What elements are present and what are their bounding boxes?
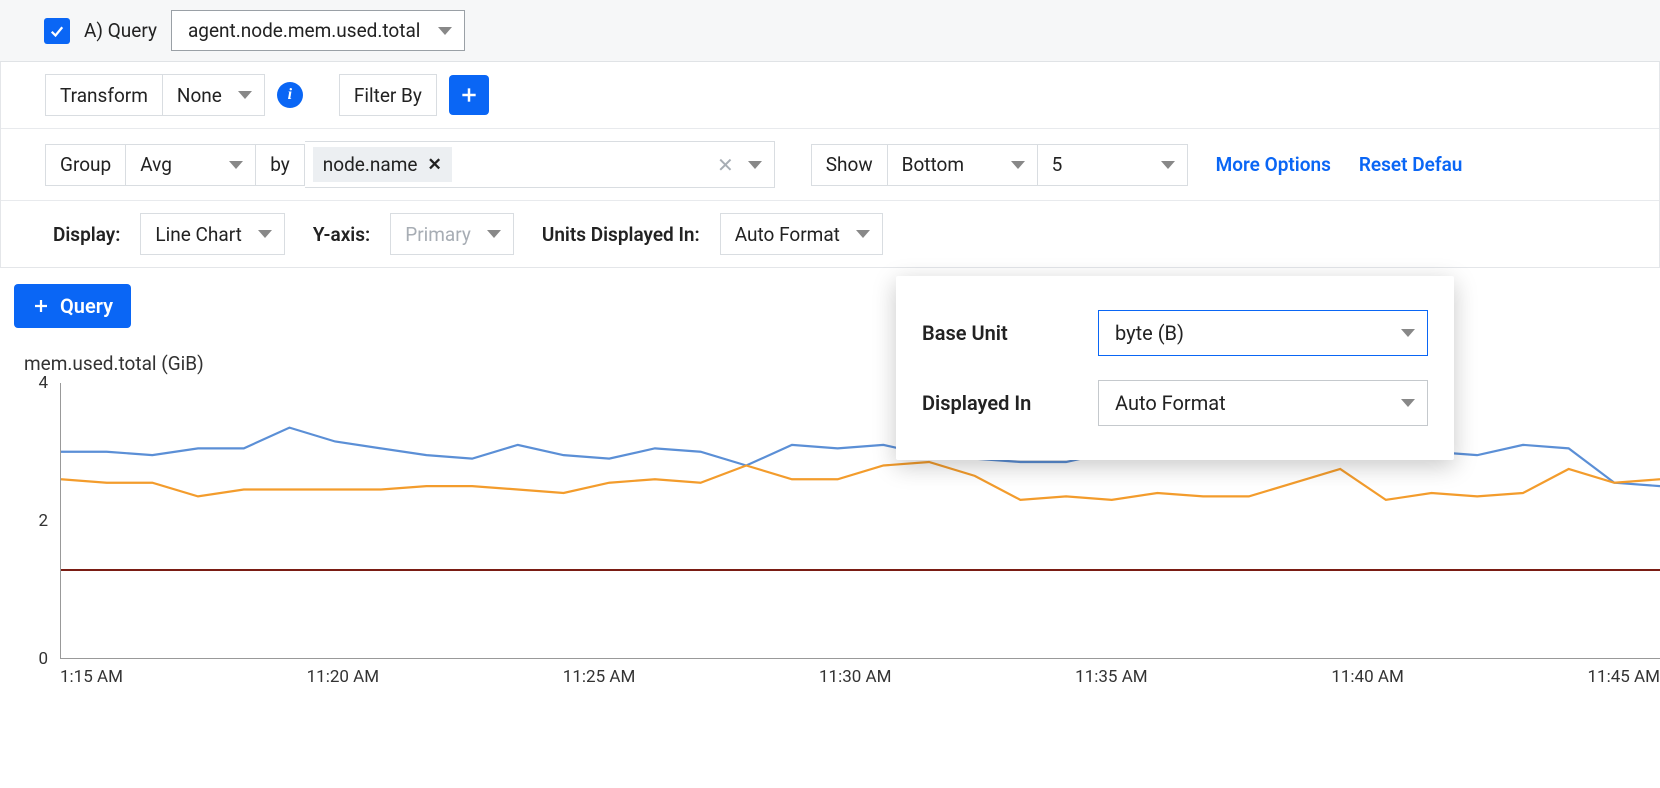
add-query-button[interactable]: Query [14,284,131,328]
units-select[interactable]: Auto Format [720,213,883,255]
reset-defaults-link[interactable]: Reset Defau [1351,153,1471,176]
add-query-label: Query [60,294,113,318]
transform-row: Transform None i Filter By [1,62,1659,129]
x-axis: 1:15 AM 11:20 AM 11:25 AM 11:30 AM 11:35… [60,667,1660,693]
x-tick: 11:45 AM [1587,667,1659,693]
show-direction-select[interactable]: Bottom [888,144,1038,186]
y-tick: 0 [38,649,48,669]
x-tick: 11:25 AM [563,667,635,693]
transform-select[interactable]: None [163,74,265,116]
show-limit-select[interactable]: 5 [1038,144,1188,186]
x-tick: 11:20 AM [307,667,379,693]
show-limit-value: 5 [1052,153,1063,176]
tag-label: node.name [323,153,418,176]
x-tick: 1:15 AM [60,667,123,693]
display-row: Display: Line Chart Y-axis: Primary Unit… [1,201,1659,267]
group-row: Group Avg by node.name ✕ ✕ Show Bottom 5… [1,129,1659,201]
chevron-down-icon [438,27,452,35]
chevron-down-icon [1161,161,1175,169]
y-tick: 2 [38,511,48,531]
units-popup: Base Unit byte (B) Displayed In Auto For… [896,276,1454,460]
series-b-line [61,462,1660,500]
chevron-down-icon [1401,399,1415,407]
x-tick: 11:40 AM [1331,667,1403,693]
displayed-in-value: Auto Format [1115,391,1226,415]
aggregation-select[interactable]: Avg [126,144,256,186]
chevron-down-icon [229,161,243,169]
show-direction-value: Bottom [902,153,964,176]
displayed-in-row: Displayed In Auto Format [922,368,1428,438]
series-c-line [61,569,1660,571]
yaxis-label: Y-axis: [305,223,378,246]
y-tick: 4 [38,373,48,393]
query-config-panel: Transform None i Filter By Group Avg by … [0,62,1660,268]
chevron-down-icon [1401,329,1415,337]
by-label: by [256,144,305,186]
yaxis-value: Primary [405,223,471,246]
chevron-down-icon [748,161,762,169]
x-tick: 11:30 AM [819,667,891,693]
units-label: Units Displayed In: [534,223,708,246]
chevron-down-icon [856,230,870,238]
displayed-in-label: Displayed In [922,391,1031,415]
base-unit-label: Base Unit [922,321,1008,345]
chevron-down-icon [238,91,252,99]
query-header: A) Query agent.node.mem.used.total [0,0,1660,62]
clear-tags-icon[interactable]: ✕ [717,153,734,177]
aggregation-value: Avg [140,153,172,176]
transform-label: Transform [45,74,163,116]
displayed-in-select[interactable]: Auto Format [1098,380,1428,426]
chevron-down-icon [258,230,272,238]
display-type-value: Line Chart [155,223,241,246]
info-icon[interactable]: i [277,82,303,108]
transform-value: None [177,84,222,107]
filter-by-label: Filter By [339,74,437,116]
units-value: Auto Format [735,223,840,246]
base-unit-value: byte (B) [1115,321,1184,345]
add-filter-button[interactable] [449,75,489,115]
base-unit-row: Base Unit byte (B) [922,298,1428,368]
chevron-down-icon [1011,161,1025,169]
metric-select[interactable]: agent.node.mem.used.total [171,10,465,51]
remove-tag-icon[interactable]: ✕ [427,155,441,175]
show-label: Show [811,144,888,186]
group-by-tag: node.name ✕ [313,147,452,182]
metric-select-value: agent.node.mem.used.total [188,19,420,42]
query-label: A) Query [84,19,157,42]
base-unit-select[interactable]: byte (B) [1098,310,1428,356]
group-label: Group [45,144,126,186]
display-label: Display: [45,223,128,246]
yaxis-select[interactable]: Primary [390,213,514,255]
group-by-tags-input[interactable]: node.name ✕ ✕ [305,141,775,188]
query-enabled-checkbox[interactable] [44,18,70,44]
display-type-select[interactable]: Line Chart [140,213,284,255]
more-options-link[interactable]: More Options [1208,153,1339,176]
y-axis: 4 2 0 [20,383,54,659]
chevron-down-icon [487,230,501,238]
x-tick: 11:35 AM [1075,667,1147,693]
